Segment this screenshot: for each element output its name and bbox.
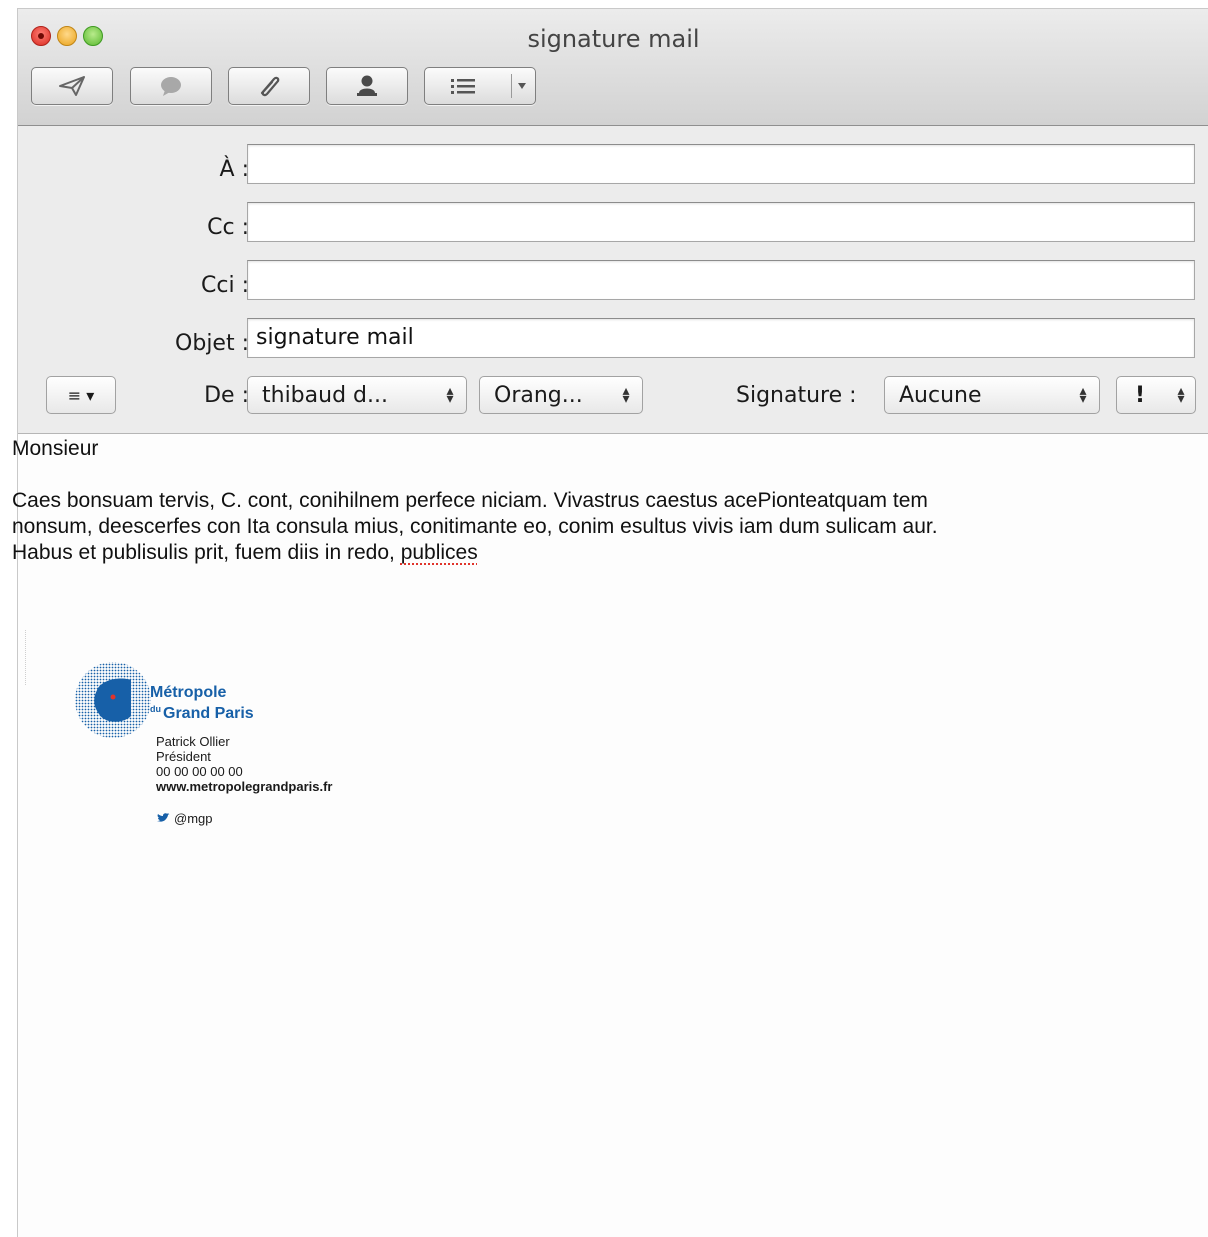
logo-du: du xyxy=(150,704,161,714)
body-line-3-text: Habus et publisulis prit, fuem diis in r… xyxy=(12,541,401,564)
cc-label: Cc : xyxy=(207,215,249,240)
signature-name: Patrick Ollier xyxy=(156,734,230,749)
to-label: À : xyxy=(219,157,249,182)
smtp-server-popup[interactable]: Orang... ▴ ▾ xyxy=(479,376,643,414)
subject-field[interactable]: signature mail xyxy=(247,318,1195,358)
list-format-icon xyxy=(451,79,475,94)
updown-arrows-icon: ▴ ▾ xyxy=(446,383,454,407)
body-greeting: Monsieur xyxy=(12,437,99,460)
format-menu-button[interactable] xyxy=(424,67,536,105)
logo-wordmark: Métropole du Grand Paris xyxy=(150,684,254,722)
contacts-button[interactable] xyxy=(326,67,408,105)
signature-role: Président xyxy=(156,749,211,764)
bcc-label: Cci : xyxy=(201,273,249,298)
logo-line-2: du Grand Paris xyxy=(150,701,254,722)
priority-value: ! xyxy=(1135,382,1146,408)
message-header-fields: À : Cc : Cci : Objet : signature mail ≡ … xyxy=(18,126,1208,434)
chevron-down-icon xyxy=(518,83,526,89)
title-bar: signature mail xyxy=(18,9,1208,126)
mail-compose-window: signature mail À: Cc: Cci: Objet: si… xyxy=(17,8,1208,1237)
signature-twitter-handle: @mgp xyxy=(174,811,213,826)
bcc-field[interactable] xyxy=(247,260,1195,300)
from-label: De : xyxy=(204,383,249,408)
window-title: signature mail xyxy=(527,25,700,53)
paperclip-icon xyxy=(260,76,280,97)
from-account-value: thibaud d... xyxy=(262,382,388,408)
twitter-bird-icon xyxy=(157,813,170,822)
updown-arrows-icon: ▴ ▾ xyxy=(1079,383,1087,407)
body-line-1: Caes bonsuam tervis, C. cont, conihilnem… xyxy=(12,489,928,512)
message-body[interactable]: Monsieur Caes bonsuam tervis, C. cont, c… xyxy=(12,436,1208,566)
updown-arrows-icon: ▴ ▾ xyxy=(622,383,630,407)
header-fields-menu-button[interactable]: ≡ ▾ xyxy=(46,376,116,414)
misspelled-word[interactable]: publices xyxy=(401,541,478,564)
signature-details: Patrick Ollier Président 00 00 00 00 00 … xyxy=(156,734,333,794)
signature-separator xyxy=(25,630,28,685)
logo-line-1: Métropole xyxy=(150,684,227,701)
logo-line-2-text: Grand Paris xyxy=(163,705,254,722)
smtp-server-value: Orang... xyxy=(494,382,583,408)
priority-popup[interactable]: ! ▴ ▾ xyxy=(1116,376,1196,414)
subject-label: Objet : xyxy=(175,331,249,356)
signature-label: Signature : xyxy=(736,383,857,408)
toolbar-split-divider xyxy=(511,74,512,98)
signature-value: Aucune xyxy=(899,382,982,408)
attach-button[interactable] xyxy=(228,67,310,105)
send-button[interactable] xyxy=(31,67,113,105)
signature-twitter[interactable]: @mgp xyxy=(156,811,213,826)
chat-button[interactable] xyxy=(130,67,212,105)
body-line-2: nonsum, deescerfes con Ita consula mius,… xyxy=(12,515,938,538)
signature-popup[interactable]: Aucune ▴ ▾ xyxy=(884,376,1100,414)
to-field[interactable] xyxy=(247,144,1195,184)
body-line-3: Habus et publisulis prit, fuem diis in r… xyxy=(12,540,1208,566)
updown-arrows-icon: ▴ ▾ xyxy=(1177,383,1185,407)
from-account-popup[interactable]: thibaud d... ▴ ▾ xyxy=(247,376,467,414)
cc-field[interactable] xyxy=(247,202,1195,242)
contact-icon xyxy=(357,75,377,96)
signature-website-link[interactable]: www.metropolegrandparis.fr xyxy=(156,779,333,794)
chat-icon xyxy=(161,77,181,96)
send-icon xyxy=(59,76,85,96)
signature-phone: 00 00 00 00 00 xyxy=(156,764,243,779)
metropole-logo-icon xyxy=(75,662,151,738)
